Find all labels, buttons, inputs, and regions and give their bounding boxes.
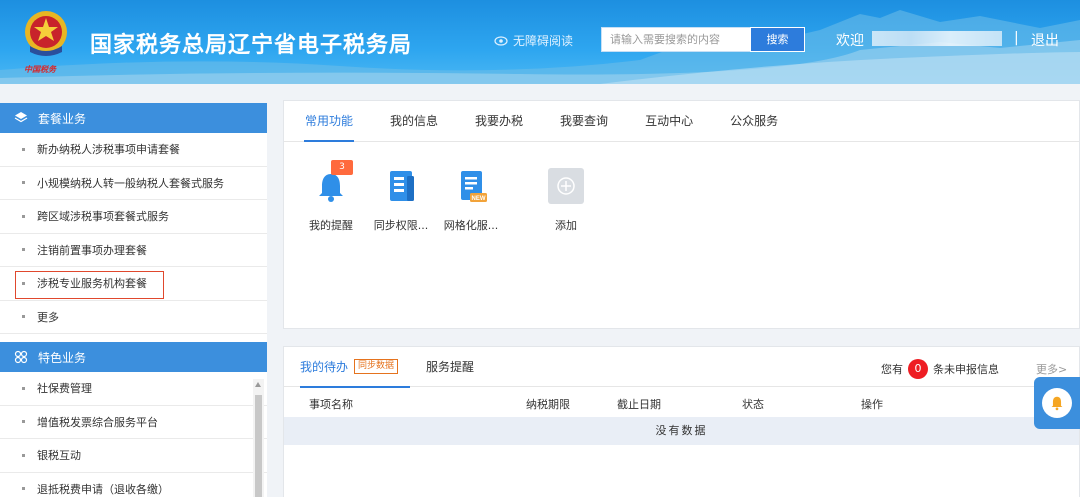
sidebar-item-label: 社保费管理 — [37, 382, 92, 396]
shortcut-label: 同步权限... — [373, 219, 429, 232]
sidebar-item-label: 跨区域涉税事项套餐式服务 — [37, 210, 169, 224]
accessibility-label: 无障碍阅读 — [513, 34, 574, 48]
sidebar-scrollbar[interactable] — [253, 379, 264, 497]
sidebar-section-title: 套餐业务 — [38, 111, 87, 126]
common-functions-panel: 常用功能 我的信息 我要办税 我要查询 互动中心 公众服务 3 我的提醒 同步权… — [283, 100, 1080, 329]
column-header: 纳税期限 — [526, 398, 570, 411]
search-button[interactable]: 搜索 — [750, 27, 805, 52]
todo-table-header: 事项名称 纳税期限 截止日期 状态 操作 — [284, 387, 1079, 417]
layers-icon — [14, 112, 28, 123]
unreported-suffix: 条未申报信息 — [933, 363, 999, 376]
highlight-frame — [15, 271, 164, 299]
sidebar-item-highlighted[interactable]: 涉税专业服务机构套餐 — [0, 267, 267, 301]
todo-tabs: 我的待办 同步数据 服务提醒 您有 0 条未申报信息 更多> — [284, 347, 1079, 388]
tab-tax-handling[interactable]: 我要办税 — [464, 101, 534, 141]
grid-clover-icon — [14, 350, 28, 364]
reminder-badge: 3 — [331, 160, 353, 175]
sidebar-item[interactable]: 银税互动 — [0, 439, 267, 473]
bullet — [22, 453, 25, 457]
sidebar-item[interactable]: 社保费管理 — [0, 372, 267, 406]
site-title: 国家税务总局辽宁省电子税务局 — [90, 33, 413, 58]
accessibility-link[interactable]: 无障碍阅读 — [494, 32, 573, 49]
bullet — [22, 386, 25, 390]
new-badge-text: NEW — [472, 196, 486, 202]
column-header: 事项名称 — [309, 398, 353, 411]
emblem-caption: 中国税务 — [24, 65, 56, 74]
sidebar-item[interactable]: 新办纳税人涉税事项申请套餐 — [0, 133, 267, 167]
column-header: 操作 — [861, 398, 883, 411]
new-document-icon: NEW — [461, 171, 487, 202]
tab-my-todo[interactable]: 我的待办 — [300, 347, 411, 388]
welcome-text: 欢迎 — [836, 33, 864, 49]
empty-table-row: 没有数据 — [284, 417, 1079, 445]
sidebar-item[interactable]: 注销前置事项办理套餐 — [0, 234, 267, 267]
sidebar-item[interactable]: 退抵税费申请（退收各缴） — [0, 473, 267, 497]
todo-panel: 我的待办 同步数据 服务提醒 您有 0 条未申报信息 更多> 事项名称 纳税期限… — [283, 346, 1080, 497]
logout-link[interactable]: 退出 — [1031, 30, 1059, 50]
plus-icon — [548, 168, 584, 204]
shortcut-grid-service[interactable]: NEW 网格化服... — [436, 166, 506, 233]
sidebar-item-label: 退抵税费申请（退收各缴） — [37, 482, 169, 496]
shortcut-sync-permission[interactable]: 同步权限... — [366, 166, 436, 233]
tab-public-service[interactable]: 公众服务 — [719, 101, 789, 141]
unreported-prefix: 您有 — [881, 363, 903, 376]
bullet — [22, 248, 25, 252]
tab-my-info[interactable]: 我的信息 — [379, 101, 449, 141]
header-separator: | — [1014, 30, 1019, 46]
eye-icon — [494, 35, 508, 46]
sidebar-section-package[interactable]: 套餐业务 — [0, 103, 267, 133]
shortcut-label: 网格化服... — [443, 219, 499, 232]
sync-data-button[interactable]: 同步数据 — [354, 359, 399, 374]
shortcut-add[interactable]: 添加 — [531, 166, 601, 233]
tab-common-functions[interactable]: 常用功能 — [294, 101, 364, 142]
sidebar-item[interactable]: 增值税发票综合服务平台 — [0, 406, 267, 439]
scrollbar-thumb[interactable] — [255, 395, 262, 497]
main-tabs: 常用功能 我的信息 我要办税 我要查询 互动中心 公众服务 — [284, 101, 1079, 142]
more-link[interactable]: 更多> — [1036, 361, 1067, 377]
document-icon — [390, 171, 414, 201]
bullet — [22, 147, 25, 151]
sidebar-item-label: 注销前置事项办理套餐 — [37, 243, 147, 257]
sidebar-item[interactable]: 小规模纳税人转一般纳税人套餐式服务 — [0, 167, 267, 200]
bullet — [22, 214, 25, 218]
site-header: 中国税务 国家税务总局辽宁省电子税务局 无障碍阅读 搜索 欢迎 | 退出 — [0, 0, 1080, 84]
sidebar-section-feature[interactable]: 特色业务 — [0, 342, 267, 372]
sidebar-section-title: 特色业务 — [38, 350, 87, 365]
feature-menu: 社保费管理 增值税发票综合服务平台 银税互动 退抵税费申请（退收各缴） — [0, 372, 267, 497]
sidebar-item-more[interactable]: 更多 — [0, 301, 267, 334]
column-header: 截止日期 — [617, 398, 661, 411]
bullet — [22, 420, 25, 424]
sidebar-item-label: 增值税发票综合服务平台 — [37, 415, 158, 429]
sidebar-item-label: 更多 — [37, 310, 59, 324]
floating-reminder-button[interactable] — [1034, 377, 1080, 429]
scroll-up-icon[interactable] — [255, 382, 261, 387]
sidebar-item[interactable]: 跨区域涉税事项套餐式服务 — [0, 200, 267, 234]
tab-service-reminder[interactable]: 服务提醒 — [426, 347, 474, 387]
unreported-count[interactable]: 0 — [908, 359, 928, 379]
bell-icon — [1051, 396, 1063, 411]
floating-reminder-circle — [1042, 388, 1072, 418]
bullet — [22, 487, 25, 491]
unreported-notice: 您有 0 条未申报信息 — [881, 359, 999, 379]
sidebar: 套餐业务 新办纳税人涉税事项申请套餐 小规模纳税人转一般纳税人套餐式服务 跨区域… — [0, 103, 267, 497]
tab-query[interactable]: 我要查询 — [549, 101, 619, 141]
sidebar-item-label: 银税互动 — [37, 449, 81, 463]
search-input[interactable] — [601, 27, 751, 52]
shortcut-label: 添加 — [555, 219, 577, 232]
bullet — [22, 315, 25, 319]
bullet — [22, 181, 25, 185]
sidebar-item-label: 新办纳税人涉税事项申请套餐 — [37, 143, 180, 157]
username-redacted — [872, 31, 1002, 46]
shortcut-my-reminders[interactable]: 3 我的提醒 — [296, 160, 366, 233]
shortcut-label: 我的提醒 — [309, 219, 353, 232]
column-header: 状态 — [742, 398, 764, 411]
tab-interaction[interactable]: 互动中心 — [634, 101, 704, 141]
sidebar-item-label: 小规模纳税人转一般纳税人套餐式服务 — [37, 176, 224, 190]
package-menu: 新办纳税人涉税事项申请套餐 小规模纳税人转一般纳税人套餐式服务 跨区域涉税事项套… — [0, 133, 267, 334]
